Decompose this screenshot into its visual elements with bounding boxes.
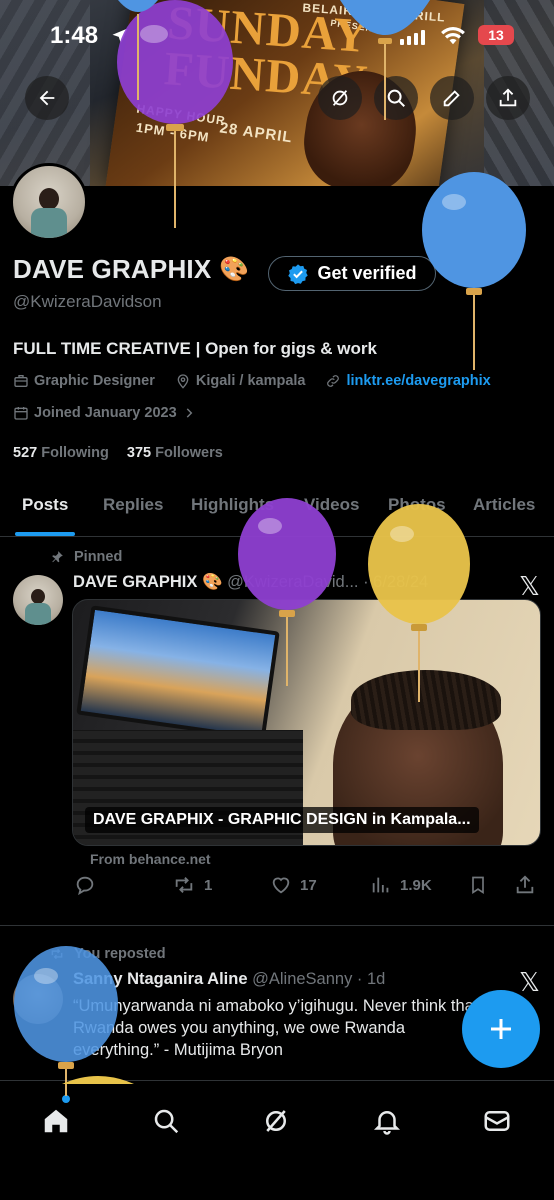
search-icon bbox=[154, 1109, 179, 1134]
following-count: 527 bbox=[13, 445, 38, 461]
pinned-label: Pinned bbox=[74, 549, 123, 565]
repost-handle-time: @AlineSanny · 1d bbox=[252, 970, 386, 988]
views-button[interactable]: 1.9K bbox=[370, 874, 432, 896]
tab-posts[interactable]: Posts bbox=[22, 495, 68, 515]
share-button[interactable] bbox=[486, 76, 530, 120]
retweet-count: 1 bbox=[204, 876, 213, 894]
calendar-icon bbox=[14, 407, 28, 420]
purple-balloon-middle[interactable] bbox=[236, 498, 338, 688]
nav-messages[interactable] bbox=[477, 1101, 517, 1141]
tweet-author[interactable]: DAVE GRAPHIX 🎨 bbox=[73, 573, 223, 591]
followers-label: Followers bbox=[155, 445, 223, 461]
compose-post-button[interactable] bbox=[462, 990, 540, 1068]
nav-search[interactable] bbox=[146, 1101, 186, 1141]
retweet-button[interactable]: 1 bbox=[172, 874, 212, 896]
battery-indicator: 13 bbox=[478, 25, 514, 45]
profile-joined[interactable]: Joined January 2023 bbox=[13, 405, 196, 421]
bottom-navigation bbox=[0, 1080, 554, 1200]
yellow-balloon-bottom-peek bbox=[62, 1076, 134, 1084]
back-arrow-icon bbox=[39, 90, 55, 106]
nav-notifications[interactable] bbox=[367, 1101, 407, 1141]
x-logo-icon: 𝕏 bbox=[519, 968, 540, 998]
profile-joined-label: Joined January 2023 bbox=[34, 405, 177, 421]
share-icon bbox=[499, 88, 517, 107]
following-link[interactable]: 527 Following bbox=[13, 445, 109, 461]
bookmark-icon bbox=[472, 876, 484, 895]
tweet-actions: 1 17 1.9K bbox=[72, 874, 542, 904]
nav-grok[interactable] bbox=[256, 1101, 296, 1141]
envelope-icon bbox=[484, 1111, 510, 1131]
like-button[interactable]: 17 bbox=[270, 874, 317, 896]
yellow-balloon[interactable] bbox=[366, 504, 472, 704]
pencil-icon bbox=[443, 90, 460, 107]
active-tab-indicator bbox=[15, 532, 75, 536]
card-source: From behance.net bbox=[90, 851, 211, 867]
home-icon bbox=[44, 1109, 68, 1133]
profile-banner[interactable]: BELAIR BAR & GRILL PRESENTS SUNDAY FUNDA… bbox=[0, 0, 554, 186]
profile-avatar[interactable] bbox=[10, 163, 88, 241]
follow-stats: 527 Following 375 Followers bbox=[13, 445, 223, 461]
wifi-icon bbox=[441, 27, 465, 45]
back-button[interactable] bbox=[25, 76, 69, 120]
heart-icon bbox=[272, 877, 290, 894]
home-notification-dot bbox=[62, 1095, 70, 1103]
palette-emoji: 🎨 bbox=[219, 256, 250, 283]
profile-link[interactable]: linktr.ee/davegraphix bbox=[325, 373, 491, 389]
briefcase-icon bbox=[14, 375, 28, 387]
plus-icon bbox=[491, 1019, 511, 1039]
profile-location: Kigali / kampala bbox=[175, 373, 306, 389]
blue-balloon-top-left[interactable] bbox=[118, 0, 158, 100]
following-label: Following bbox=[41, 445, 109, 461]
profile-link-label[interactable]: linktr.ee/davegraphix bbox=[346, 373, 490, 389]
pin-icon bbox=[52, 551, 63, 563]
tweet-divider bbox=[0, 925, 554, 926]
tweet-avatar[interactable] bbox=[13, 575, 63, 625]
bookmark-button[interactable] bbox=[468, 874, 488, 896]
x-logo-icon: 𝕏 bbox=[519, 572, 540, 602]
pinned-indicator: Pinned bbox=[50, 549, 122, 565]
status-time: 1:48 bbox=[50, 22, 99, 49]
views-chart-icon bbox=[372, 877, 389, 893]
profile-bio: FULL TIME CREATIVE | Open for gigs & wor… bbox=[13, 339, 377, 358]
status-bar: 1:48 13 bbox=[0, 22, 554, 52]
grok-icon bbox=[266, 1110, 286, 1132]
profile-name: DAVE GRAPHIX bbox=[13, 254, 212, 284]
reply-button[interactable] bbox=[74, 874, 96, 896]
edit-profile-button[interactable] bbox=[430, 76, 474, 120]
profile-category: Graphic Designer bbox=[13, 373, 155, 389]
link-icon bbox=[327, 375, 340, 387]
profile-category-label: Graphic Designer bbox=[34, 373, 155, 389]
tab-replies[interactable]: Replies bbox=[103, 495, 163, 515]
like-count: 17 bbox=[300, 876, 317, 894]
nav-home[interactable] bbox=[36, 1101, 76, 1141]
followers-count: 375 bbox=[126, 445, 152, 461]
blue-balloon-top[interactable] bbox=[340, 0, 430, 120]
blue-balloon-right[interactable] bbox=[420, 172, 528, 372]
profile-handle: @KwizeraDavidson bbox=[13, 292, 162, 311]
followers-link[interactable]: 375 Followers bbox=[127, 445, 223, 461]
profile-location-label: Kigali / kampala bbox=[195, 373, 306, 389]
profile-meta: Graphic Designer Kigali / kampala linktr… bbox=[13, 373, 511, 389]
profile-name-row: DAVE GRAPHIX 🎨 bbox=[13, 254, 249, 285]
location-pin-icon bbox=[177, 374, 189, 389]
reply-icon bbox=[76, 876, 94, 896]
chevron-right-icon bbox=[186, 408, 193, 418]
bell-icon bbox=[373, 1111, 401, 1135]
repost-text: “Umunyarwanda ni amaboko y’igihugu. Neve… bbox=[73, 997, 479, 1059]
get-verified-label: Get verified bbox=[317, 263, 417, 283]
card-title: DAVE GRAPHIX - GRAPHIC DESIGN in Kampala… bbox=[85, 807, 479, 833]
retweet-icon bbox=[175, 877, 193, 893]
tab-articles[interactable]: Articles bbox=[473, 495, 535, 515]
get-verified-button[interactable]: Get verified bbox=[268, 256, 436, 291]
verified-badge-icon bbox=[288, 263, 309, 284]
views-count: 1.9K bbox=[400, 876, 432, 894]
tweet-share-button[interactable] bbox=[514, 874, 536, 896]
share-icon bbox=[516, 875, 534, 894]
